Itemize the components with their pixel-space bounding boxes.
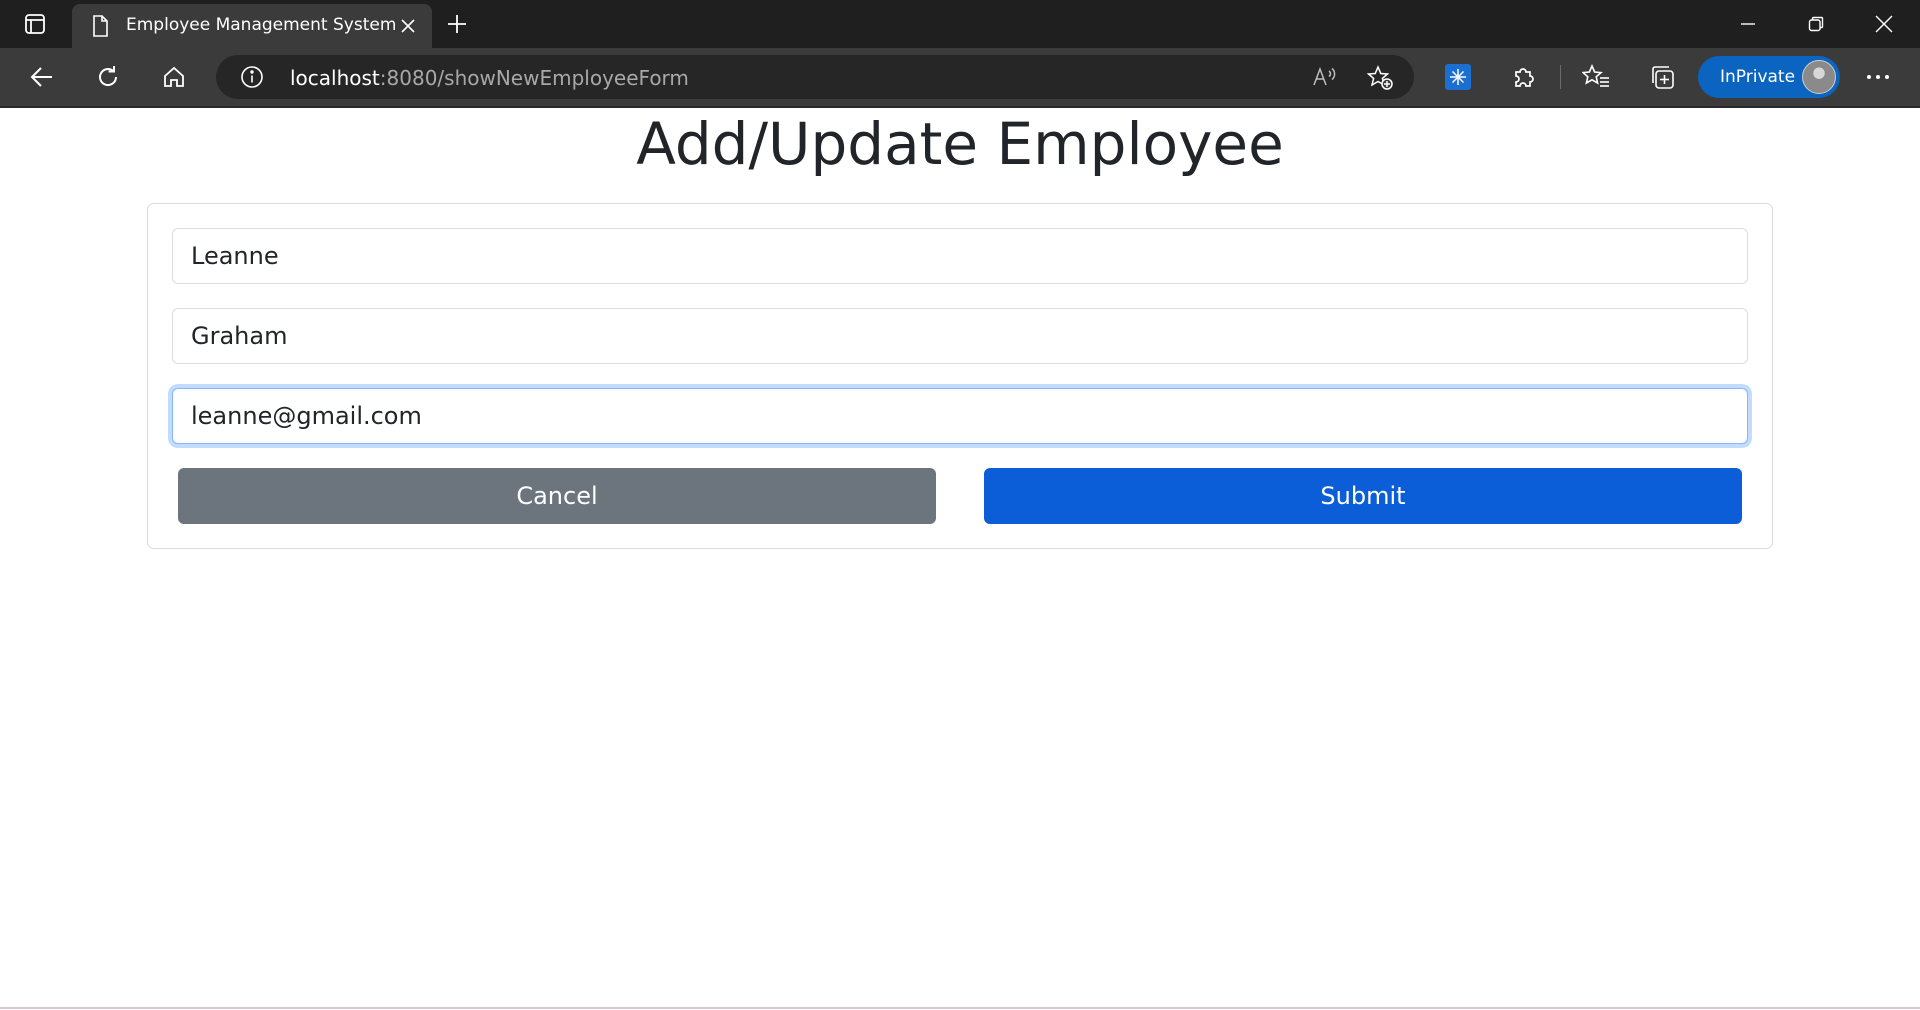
- url-path: :8080/showNewEmployeeForm: [379, 66, 689, 90]
- toolbar-separator: [1560, 65, 1561, 89]
- employee-form-card: Leanne Graham leanne@gmail.com Cancel Su…: [147, 203, 1773, 549]
- favorites-button[interactable]: [1578, 59, 1614, 95]
- tab-close-button[interactable]: [396, 14, 420, 38]
- url-text[interactable]: localhost:8080/showNewEmployeeForm: [290, 66, 689, 90]
- back-button[interactable]: [24, 59, 60, 95]
- tab-title: Employee Management System: [126, 15, 397, 35]
- favorites-icon: [1582, 64, 1609, 87]
- home-icon: [164, 66, 184, 87]
- extension-snowflake-icon: [1445, 64, 1471, 90]
- avatar: [1802, 60, 1836, 94]
- home-button[interactable]: [156, 59, 192, 95]
- restore-icon: [1808, 16, 1824, 32]
- page-title: Add/Update Employee: [636, 110, 1284, 178]
- info-icon[interactable]: [240, 65, 264, 89]
- read-aloud-icon[interactable]: [1312, 65, 1338, 89]
- new-tab-button[interactable]: [440, 8, 474, 40]
- close-window-button[interactable]: [1850, 0, 1918, 48]
- extensions-button[interactable]: [1506, 59, 1542, 95]
- browser-title-bar: Employee Management System: [0, 0, 1920, 48]
- inprivate-profile-button[interactable]: InPrivate: [1698, 56, 1840, 98]
- cancel-button[interactable]: Cancel: [178, 468, 936, 524]
- extension-snowflake-button[interactable]: [1440, 59, 1476, 95]
- page-icon: [93, 15, 108, 37]
- minimize-icon: [1741, 23, 1755, 25]
- url-host: localhost: [290, 66, 380, 90]
- close-icon: [401, 19, 415, 33]
- more-icon: [1867, 75, 1889, 79]
- collections-button[interactable]: [1644, 59, 1680, 95]
- email-field[interactable]: leanne@gmail.com: [172, 388, 1748, 444]
- browser-toolbar: localhost:8080/showNewEmployeeForm InPri…: [0, 48, 1920, 108]
- back-arrow-icon: [30, 67, 52, 87]
- collections-icon: [1652, 66, 1674, 89]
- close-window-icon: [1875, 15, 1893, 33]
- inprivate-label: InPrivate: [1720, 67, 1796, 87]
- extensions-puzzle-icon: [1515, 68, 1534, 87]
- first-name-field[interactable]: Leanne: [172, 228, 1748, 284]
- window-bottom-border: [0, 1007, 1920, 1009]
- settings-more-button[interactable]: [1860, 59, 1896, 95]
- restore-button[interactable]: [1782, 0, 1850, 48]
- add-favorite-icon[interactable]: [1366, 65, 1394, 91]
- submit-button[interactable]: Submit: [984, 468, 1742, 524]
- tab-actions-button[interactable]: [18, 8, 52, 40]
- tab-actions-icon: [25, 14, 45, 34]
- refresh-icon: [99, 66, 118, 86]
- browser-tab-active[interactable]: Employee Management System: [72, 4, 432, 48]
- refresh-button[interactable]: [90, 59, 126, 95]
- minimize-button[interactable]: [1714, 0, 1782, 48]
- last-name-field[interactable]: Graham: [172, 308, 1748, 364]
- address-bar[interactable]: localhost:8080/showNewEmployeeForm: [216, 55, 1414, 99]
- plus-icon: [448, 15, 466, 33]
